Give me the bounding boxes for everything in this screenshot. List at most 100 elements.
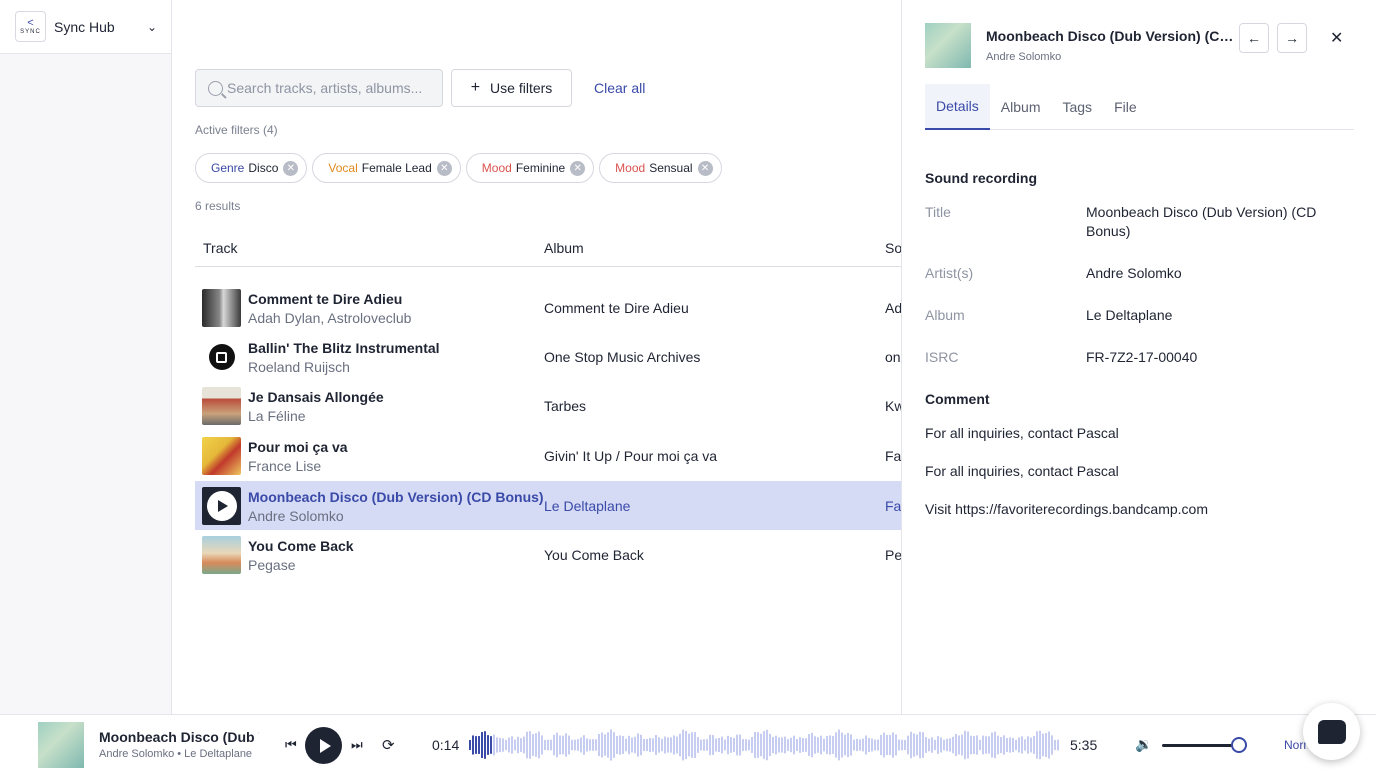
waveform-bar xyxy=(892,732,894,758)
remove-chip-icon[interactable]: ✕ xyxy=(283,160,299,176)
waveform-bar xyxy=(661,738,663,752)
waveform-bar xyxy=(928,738,930,752)
play-button[interactable] xyxy=(305,727,342,764)
table-row[interactable]: Je Dansais Allongée La Féline Tarbes Kw xyxy=(195,381,901,430)
column-header-source[interactable]: So xyxy=(885,240,901,256)
field-label-album: Album xyxy=(925,307,965,323)
waveform-bar xyxy=(517,736,519,754)
remove-chip-icon[interactable]: ✕ xyxy=(570,160,586,176)
waveform-bar xyxy=(742,739,744,751)
waveform-bar xyxy=(556,732,558,758)
waveform-bar xyxy=(940,737,942,753)
waveform-bar xyxy=(769,733,771,757)
search-box[interactable] xyxy=(195,69,443,107)
waveform-bar xyxy=(820,735,822,755)
waveform-bar xyxy=(883,732,885,758)
panel-cover-art xyxy=(925,23,971,68)
filter-chip[interactable]: Genre Disco ✕ xyxy=(195,153,308,183)
waveform-bar xyxy=(874,739,876,751)
field-value-isrc: FR-7Z2-17-00040 xyxy=(1086,349,1198,365)
track-album: You Come Back xyxy=(544,547,644,563)
waveform-bar xyxy=(748,739,750,751)
waveform-bar xyxy=(595,739,597,751)
waveform-bar xyxy=(1027,736,1029,754)
waveform-bar xyxy=(1054,739,1056,751)
next-track-button[interactable]: → xyxy=(1277,23,1307,53)
waveform-bar xyxy=(565,733,567,757)
filter-chip[interactable]: Mood Sensual ✕ xyxy=(599,153,722,183)
waveform-bar xyxy=(562,735,564,755)
field-label-artists: Artist(s) xyxy=(925,265,974,281)
waveform-bar xyxy=(952,736,954,754)
waveform-bar xyxy=(772,736,774,754)
table-row[interactable]: Pour moi ça va France Lise Givin' It Up … xyxy=(195,431,901,480)
onestop-logo xyxy=(208,344,235,370)
waveform-bar xyxy=(1045,733,1047,757)
filter-chip[interactable]: Vocal Female Lead ✕ xyxy=(312,153,461,183)
tab-details[interactable]: Details xyxy=(925,84,990,130)
volume-slider-handle[interactable] xyxy=(1231,737,1248,753)
tab-tags[interactable]: Tags xyxy=(1051,84,1103,130)
duration: 5:35 xyxy=(1070,737,1098,753)
waveform-bar xyxy=(475,736,477,754)
waveform-bar xyxy=(1021,736,1023,754)
waveform-scrubber[interactable] xyxy=(469,729,1060,761)
filter-chip[interactable]: Mood Feminine ✕ xyxy=(465,153,595,183)
share-icon: < xyxy=(27,16,34,29)
close-icon[interactable]: ✕ xyxy=(1330,28,1343,48)
waveform-bar xyxy=(652,738,654,752)
chevron-down-icon[interactable]: ⌄ xyxy=(147,20,157,34)
waveform-bar xyxy=(586,738,588,752)
sidebar: < SYNC Sync Hub ⌄ xyxy=(0,0,172,714)
track-source: on xyxy=(885,349,901,365)
skip-previous-icon[interactable]: ⏮ xyxy=(285,737,297,753)
waveform-bar xyxy=(673,735,675,755)
waveform-bar xyxy=(535,733,537,757)
waveform-bar xyxy=(655,735,657,755)
main-content: + Use filters Clear all Active filters (… xyxy=(172,0,901,714)
table-row[interactable]: You Come Back Pegase You Come Back Pe xyxy=(195,530,901,579)
remove-chip-icon[interactable]: ✕ xyxy=(697,160,713,176)
waveform-bar xyxy=(709,734,711,756)
clear-all-link[interactable]: Clear all xyxy=(594,80,645,96)
volume-icon[interactable]: 🔉 xyxy=(1135,736,1152,753)
waveform-bar xyxy=(1009,737,1011,753)
waveform-bar xyxy=(718,737,720,753)
skip-next-icon[interactable]: ⏭ xyxy=(351,737,363,753)
repeat-icon[interactable]: ⟳ xyxy=(382,736,395,754)
detail-tabs: Details Album Tags File xyxy=(925,84,1354,130)
waveform-bar xyxy=(973,736,975,754)
track-album: Tarbes xyxy=(544,398,587,414)
row-play-button[interactable] xyxy=(202,487,241,525)
waveform-bar xyxy=(1051,735,1053,755)
remove-chip-icon[interactable]: ✕ xyxy=(436,160,452,176)
waveform-bar xyxy=(886,734,888,756)
tab-album[interactable]: Album xyxy=(990,84,1052,130)
waveform-bar xyxy=(721,736,723,754)
column-header-track[interactable]: Track xyxy=(203,240,237,256)
waveform-bar xyxy=(916,734,918,756)
waveform-bar xyxy=(619,735,621,755)
tab-file[interactable]: File xyxy=(1103,84,1148,130)
chat-launcher-button[interactable] xyxy=(1303,703,1360,760)
results-count: 6 results xyxy=(195,199,241,213)
table-row-selected[interactable]: Moonbeach Disco (Dub Version) (CD Bonus)… xyxy=(195,481,901,530)
table-row[interactable]: Ballin' The Blitz Instrumental Roeland R… xyxy=(195,332,901,381)
waveform-bar xyxy=(1024,739,1026,751)
chat-icon xyxy=(1317,719,1346,744)
waveform-bar xyxy=(811,732,813,758)
waveform-bar xyxy=(592,739,594,751)
column-header-album[interactable]: Album xyxy=(544,240,584,256)
waveform-bar xyxy=(679,733,681,757)
waveform-bar xyxy=(976,735,978,755)
waveform-bar xyxy=(574,739,576,751)
waveform-bar xyxy=(580,737,582,753)
volume-slider[interactable] xyxy=(1162,744,1240,747)
workspace-switcher[interactable]: < SYNC Sync Hub ⌄ xyxy=(0,0,171,54)
previous-track-button[interactable]: ← xyxy=(1239,23,1269,53)
table-row[interactable]: Comment te Dire Adieu Adah Dylan, Astrol… xyxy=(195,283,901,332)
track-detail-panel: Moonbeach Disco (Dub Version) (CD Bonus)… xyxy=(901,0,1376,714)
search-input[interactable] xyxy=(227,80,437,96)
track-cover xyxy=(202,289,241,327)
use-filters-button[interactable]: + Use filters xyxy=(451,69,572,107)
